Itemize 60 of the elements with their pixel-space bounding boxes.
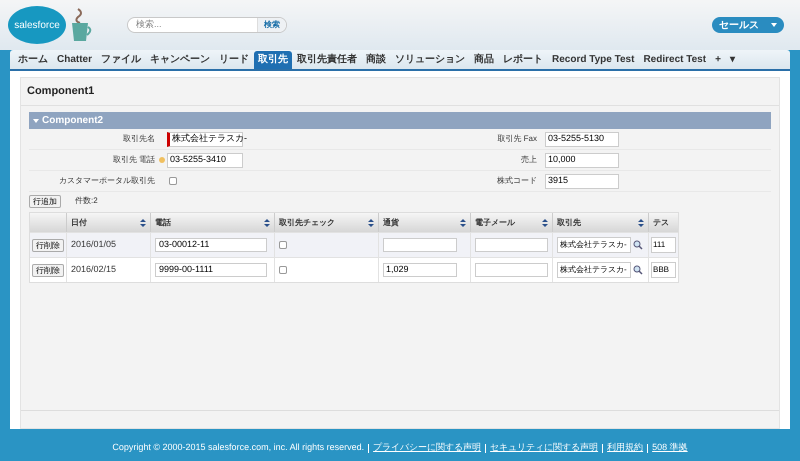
nav-tab[interactable]: レポート — [499, 50, 548, 68]
delete-row-button[interactable]: 行削除 — [32, 264, 64, 276]
nav-tab[interactable]: ソリューション — [391, 50, 470, 68]
lookup-icon[interactable] — [633, 240, 643, 250]
nav-tab[interactable]: ファイル — [97, 50, 146, 68]
field-label: 取引先 Fax — [496, 133, 538, 145]
phone-field[interactable]: 9999-00-1111 — [155, 263, 267, 277]
cup-icon — [70, 7, 92, 43]
field-label: 取引先名 — [122, 133, 156, 145]
row-count: 件数:2 — [75, 195, 98, 207]
sort-icon[interactable] — [140, 218, 146, 226]
delete-row-button[interactable]: 行削除 — [32, 238, 64, 252]
field-label: 株式コード — [496, 175, 538, 187]
checkbox[interactable] — [279, 266, 287, 274]
lookup-icon[interactable] — [633, 265, 643, 275]
email-field[interactable] — [475, 263, 548, 277]
date-cell-text: 2016/01/05 — [71, 238, 116, 252]
text-field[interactable]: 03-5255-5130 — [545, 132, 619, 146]
search-field[interactable]: 検索... 検索 — [127, 17, 287, 33]
nav-tab[interactable]: Chatter — [53, 50, 96, 68]
email-field[interactable] — [475, 238, 548, 252]
page-title: Component1 — [27, 84, 94, 100]
nav-tab[interactable]: 商談 — [362, 50, 390, 68]
currency-field[interactable] — [383, 238, 457, 252]
phone-field[interactable]: 03-00012-11 — [155, 238, 267, 252]
nav-tab[interactable]: 取引先責任者 — [293, 50, 362, 68]
nav-tab[interactable]: キャンペーン — [146, 50, 214, 68]
text-field[interactable]: 03-5255-3410 — [167, 152, 243, 168]
text-field[interactable]: 10,000 — [545, 152, 619, 168]
nav-tab[interactable]: Record Type Test — [548, 50, 638, 68]
nav-tab[interactable]: + — [711, 50, 725, 68]
add-row-button[interactable]: 行追加 — [29, 194, 61, 208]
sort-icon[interactable] — [264, 218, 270, 226]
account-field[interactable]: 株式会社テラスカ- — [557, 262, 631, 278]
text-field[interactable]: BBB — [651, 262, 676, 278]
account-field[interactable]: 株式会社テラスカ- — [557, 237, 631, 253]
nav-tab[interactable]: ホーム — [14, 50, 52, 68]
nav-tab[interactable]: Redirect Test — [639, 50, 710, 68]
text-field[interactable]: 3915 — [545, 174, 619, 188]
date-cell-text: 2016/02/15 — [71, 263, 116, 276]
nav-tab[interactable]: 取引先 — [254, 50, 292, 68]
caret-icon — [33, 118, 39, 124]
caret-icon — [771, 23, 777, 27]
field-label: 取引先 電話 — [112, 154, 156, 166]
copyright-text: Copyright © 2000-2015 salesforce.com, inc. All rights reserved. — [112, 441, 364, 454]
checkbox[interactable] — [279, 241, 287, 249]
sort-icon[interactable] — [368, 218, 374, 226]
nav-tab[interactable]: 商品 — [470, 50, 498, 68]
text-field[interactable]: 111 — [651, 237, 676, 253]
nav-tab[interactable]: リード — [215, 50, 254, 68]
field-label: 売上 — [520, 154, 538, 166]
nav-tab[interactable]: ▾ — [726, 50, 739, 68]
search-button[interactable]: 検索 — [257, 18, 286, 32]
sort-icon[interactable] — [542, 218, 548, 226]
field-label: カスタマーポータル取引先 — [58, 175, 156, 187]
sort-icon[interactable] — [638, 218, 644, 226]
currency-field[interactable]: 1,029 — [383, 263, 457, 277]
checkbox[interactable] — [169, 177, 177, 185]
sort-icon[interactable] — [460, 218, 466, 226]
app-menu-button[interactable]: セールス — [712, 17, 784, 33]
